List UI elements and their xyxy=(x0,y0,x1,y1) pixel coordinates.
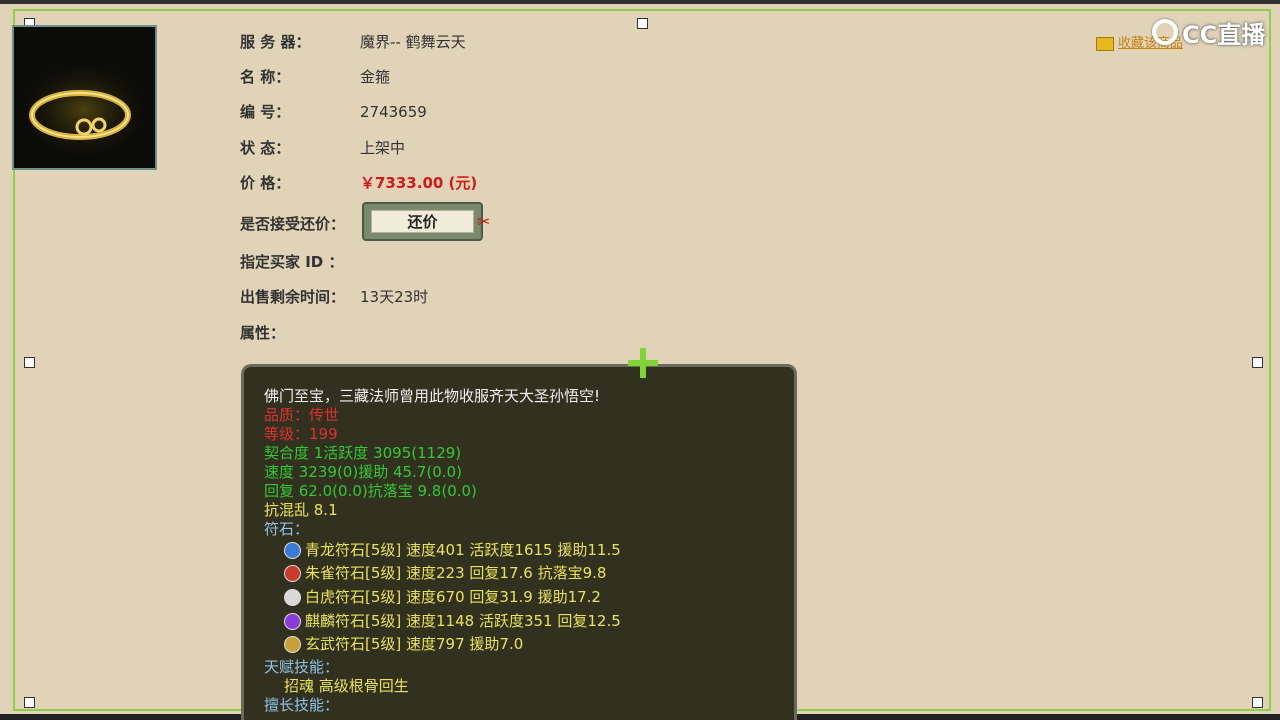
bargain-row: 是否接受还价： xyxy=(240,213,360,234)
attrs-label: 属性： xyxy=(240,324,286,342)
item-stats-2: 速度 3239(0)援助 45.7(0.0) xyxy=(264,463,462,481)
talent-label: 天赋技能： xyxy=(264,658,340,676)
rune-item: 玄武符石[5级] 速度797 援助7.0 xyxy=(284,633,523,654)
cc-live-logo: CC直播 xyxy=(1152,14,1270,50)
vermilion-bird-rune-icon xyxy=(284,565,301,582)
folder-icon xyxy=(1096,36,1114,51)
item-stats-1: 契合度 1活跃度 3095(1129) xyxy=(264,444,462,462)
rune-item: 麒麟符石[5级] 速度1148 活跃度351 回复12.5 xyxy=(284,610,621,631)
server-value: 魔界-- 鹤舞云天 xyxy=(360,33,466,51)
price-row: 价 格： ￥7333.00 (元) xyxy=(240,172,477,193)
azure-dragon-rune-icon xyxy=(284,542,301,559)
item-thumbnail xyxy=(12,25,157,170)
bargain-label: 是否接受还价： xyxy=(240,215,346,233)
qilin-rune-icon xyxy=(284,613,301,630)
top-edge xyxy=(0,0,1280,4)
remaining-row: 出售剩余时间： 13天23时 xyxy=(240,286,428,307)
item-level: 等级：199 xyxy=(264,425,338,443)
item-tooltip: 佛门至宝，三藏法师曾用此物收服齐天大圣孙悟空! 品质：传世 等级：199 契合度… xyxy=(241,364,797,720)
resize-handle-tc[interactable] xyxy=(637,18,648,29)
cc-logo-icon xyxy=(1152,19,1178,45)
name-value: 金箍 xyxy=(360,68,391,86)
item-stats-4: 抗混乱 8.1 xyxy=(264,501,338,519)
rune-item: 白虎符石[5级] 速度670 回复31.9 援助17.2 xyxy=(284,586,601,607)
price-label: 价 格： xyxy=(240,174,291,192)
talent-skills: 招魂 高级根骨回生 xyxy=(284,677,409,695)
move-cursor-icon[interactable] xyxy=(628,348,658,378)
resize-handle-mr[interactable] xyxy=(1252,357,1263,368)
number-label: 编 号： xyxy=(240,103,291,121)
runes-label: 符石： xyxy=(264,520,310,538)
resize-handle-ml[interactable] xyxy=(24,357,35,368)
status-row: 状 态： 上架中 xyxy=(240,137,405,158)
black-tortoise-rune-icon xyxy=(284,636,301,653)
attrs-row: 属性： xyxy=(240,322,360,343)
price-value: ￥7333.00 (元) xyxy=(360,174,478,192)
server-label: 服 务 器： xyxy=(240,33,311,51)
item-quality: 品质：传世 xyxy=(264,406,340,424)
rune-item: 朱雀符石[5级] 速度223 回复17.6 抗落宝9.8 xyxy=(284,562,606,583)
name-label: 名 称： xyxy=(240,68,291,86)
resize-handle-bl[interactable] xyxy=(24,697,35,708)
number-value: 2743659 xyxy=(360,103,427,121)
rune-item: 青龙符石[5级] 速度401 活跃度1615 援助11.5 xyxy=(284,539,621,560)
resize-handle-br[interactable] xyxy=(1252,697,1263,708)
item-stats-3: 回复 62.0(0.0)抗落宝 9.8(0.0) xyxy=(264,482,477,500)
remaining-value: 13天23时 xyxy=(360,288,429,306)
name-row: 名 称： 金箍 xyxy=(240,66,390,87)
buyer-label: 指定买家 ID ： xyxy=(240,253,344,271)
status-label: 状 态： xyxy=(240,139,291,157)
white-tiger-rune-icon xyxy=(284,589,301,606)
bargain-button[interactable]: 还价 xyxy=(362,202,483,241)
item-description: 佛门至宝，三藏法师曾用此物收服齐天大圣孙悟空! xyxy=(264,387,601,405)
number-row: 编 号： 2743659 xyxy=(240,101,427,122)
server-row: 服 务 器： 魔界-- 鹤舞云天 xyxy=(240,31,466,52)
buyer-row: 指定买家 ID ： xyxy=(240,251,360,272)
cc-logo-text: CC直播 xyxy=(1182,20,1266,49)
remaining-label: 出售剩余时间： xyxy=(240,288,346,306)
scissors-icon: ✂ xyxy=(477,212,491,231)
golden-ring-image xyxy=(14,27,155,168)
bargain-button-label: 还价 xyxy=(371,210,474,233)
skill-label: 擅长技能： xyxy=(264,696,340,714)
status-value: 上架中 xyxy=(360,139,406,157)
